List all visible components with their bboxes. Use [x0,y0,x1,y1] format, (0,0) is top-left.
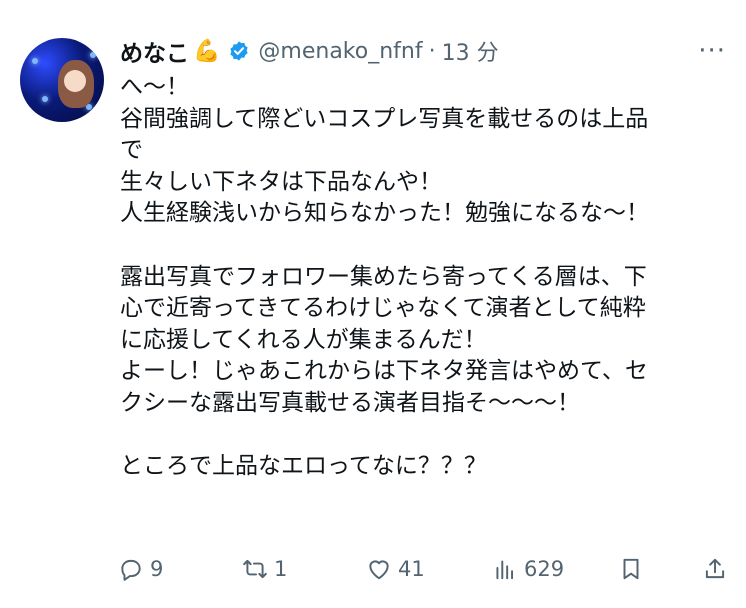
avatar-sparkle [42,96,48,102]
tweet-line: ところで上品なエロってなに？？？ [120,453,487,480]
avatar-face [64,70,86,92]
tweet-line: 谷間強調して際どいコスプレ写真を載せるのは上品 [120,105,649,132]
separator-dot: · [428,38,436,64]
tweet-line: で [120,137,143,164]
tweet-line: に応援してくれる人が集まるんだ！ [120,326,487,353]
tweet-line: 露出写真でフォロワー集めたら寄ってくる層は、下 [120,263,647,290]
avatar[interactable] [20,38,104,122]
tweet-line: 心で近寄ってきてるわけじゃなくて演者として純粋 [120,295,646,322]
user-handle[interactable]: @menako_nfnf [258,39,422,64]
retweet-count: 1 [274,557,288,581]
tweet-header: めなこ 💪 @menako_nfnf · 13 分 [120,34,499,68]
display-name[interactable]: めなこ [120,34,189,68]
bookmark-button[interactable] [618,556,644,582]
views-icon [496,560,514,580]
share-icon [705,558,725,579]
avatar-sparkle [90,52,96,58]
action-bar: 9 1 41 629 [118,556,730,588]
tweet-line: 人生経験浅いから知らなかった！勉強になるな〜！ [120,200,649,227]
views-button[interactable]: 629 [492,556,564,582]
verified-badge-icon [230,41,249,61]
tweet-line [120,420,730,452]
more-icon[interactable]: ··· [698,36,726,66]
tweet-line [120,230,730,262]
name-emoji: 💪 [193,38,221,64]
reply-count: 9 [150,557,164,581]
like-button[interactable]: 41 [366,556,425,582]
tweet-line: 生々しい下ネタは下品なんや！ [120,168,442,195]
tweet-text: へ〜！ 谷間強調して際どいコスプレ写真を載せるのは上品で生々しい下ネタは下品なんや… [120,72,730,483]
reply-icon [121,559,141,581]
view-count: 629 [524,557,565,581]
tweet-time[interactable]: 13 分 [442,35,499,67]
like-icon [369,560,389,580]
tweet-line: よーし！じゃあこれからは下ネタ発言はやめて、セ [120,358,648,385]
retweet-icon [243,559,267,579]
tweet-line: へ〜！ [120,74,189,100]
share-button[interactable] [702,556,728,582]
tweet-line: クシーな露出写真載せる演者目指そ〜〜〜！ [120,389,580,416]
like-count: 41 [398,557,425,581]
reply-button[interactable]: 9 [118,556,163,582]
bookmark-icon [623,558,639,580]
retweet-button[interactable]: 1 [242,556,287,582]
avatar-sparkle [32,58,38,64]
